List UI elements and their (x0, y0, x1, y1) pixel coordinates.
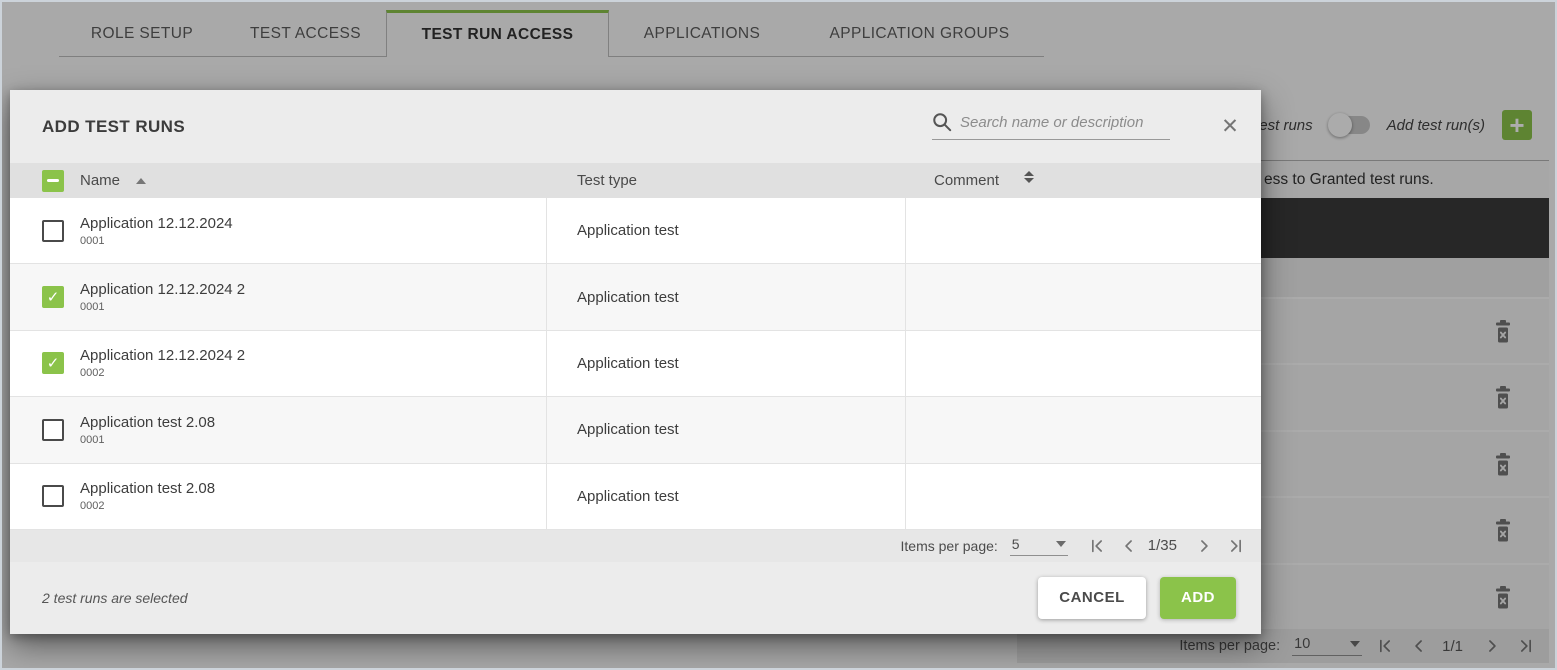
test-run-code: 0001 (80, 434, 215, 446)
cancel-button[interactable]: CANCEL (1038, 577, 1146, 619)
test-run-row[interactable]: ✓ Application 12.12.2024 0001 Applicatio… (10, 198, 1261, 264)
add-test-runs-dialog: ADD TEST RUNS ✕ Name Test type Comment ✓… (10, 90, 1261, 634)
sort-ascending-icon (136, 178, 146, 184)
test-run-name: Application 12.12.2024 2 (80, 281, 245, 298)
test-run-comment (905, 397, 1261, 462)
test-run-name: Application 12.12.2024 2 (80, 347, 245, 364)
row-checkbox[interactable]: ✓ (42, 419, 64, 441)
first-page-button[interactable] (1086, 535, 1108, 557)
selection-status-text: 2 test runs are selected (42, 590, 1038, 606)
test-run-row[interactable]: ✓ Application 12.12.2024 2 0001 Applicat… (10, 264, 1261, 330)
dialog-title: ADD TEST RUNS (42, 117, 185, 137)
last-page-icon (1226, 536, 1246, 556)
test-run-code: 0002 (80, 367, 245, 379)
next-page-button[interactable] (1193, 535, 1215, 557)
last-page-button[interactable] (1225, 535, 1247, 557)
test-run-type: Application test (546, 264, 905, 329)
test-run-row[interactable]: ✓ Application test 2.08 0002 Application… (10, 464, 1261, 530)
row-checkbox[interactable]: ✓ (42, 286, 64, 308)
add-button[interactable]: ADD (1160, 577, 1236, 619)
test-run-code: 0001 (80, 235, 233, 247)
indeterminate-icon (47, 179, 59, 182)
test-run-code: 0002 (80, 500, 215, 512)
test-run-name: Application 12.12.2024 (80, 215, 233, 232)
column-header-comment[interactable]: Comment (934, 172, 999, 189)
items-per-page-label: Items per page: (901, 538, 998, 554)
search-input[interactable] (960, 114, 1165, 131)
test-run-name: Application test 2.08 (80, 480, 215, 497)
chevron-right-icon (1194, 536, 1214, 556)
dialog-header: ADD TEST RUNS ✕ (10, 90, 1261, 163)
test-run-comment (905, 198, 1261, 263)
check-icon: ✓ (47, 354, 60, 372)
search-field[interactable] (932, 112, 1170, 140)
test-run-row[interactable]: ✓ Application test 2.08 0001 Application… (10, 397, 1261, 463)
row-checkbox[interactable]: ✓ (42, 220, 64, 242)
page-indicator: 1/35 (1148, 537, 1177, 554)
previous-page-button[interactable] (1118, 535, 1140, 557)
test-run-comment (905, 331, 1261, 396)
close-icon: ✕ (1221, 115, 1239, 138)
test-run-type: Application test (546, 198, 905, 263)
test-run-type: Application test (546, 397, 905, 462)
close-button[interactable]: ✕ (1216, 113, 1244, 141)
test-runs-table-body: ✓ Application 12.12.2024 0001 Applicatio… (10, 198, 1261, 530)
select-all-checkbox[interactable] (42, 170, 64, 192)
row-checkbox[interactable]: ✓ (42, 352, 64, 374)
test-run-type: Application test (546, 331, 905, 396)
chevron-left-icon (1119, 536, 1139, 556)
table-header: Name Test type Comment (10, 163, 1261, 198)
test-run-name: Application test 2.08 (80, 414, 215, 431)
dropdown-caret-icon (1056, 541, 1066, 547)
dialog-pagination: Items per page: 5 1/35 (10, 530, 1261, 562)
search-icon (932, 112, 952, 132)
test-run-row[interactable]: ✓ Application 12.12.2024 2 0002 Applicat… (10, 331, 1261, 397)
test-run-code: 0001 (80, 301, 245, 313)
test-run-comment (905, 464, 1261, 529)
row-checkbox[interactable]: ✓ (42, 485, 64, 507)
test-run-type: Application test (546, 464, 905, 529)
sort-icon[interactable] (1024, 171, 1034, 183)
column-header-test-type[interactable]: Test type (577, 172, 637, 189)
first-page-icon (1087, 536, 1107, 556)
screen: ROLE SETUP TEST ACCESS TEST RUN ACCESS A… (0, 0, 1557, 670)
dialog-footer: 2 test runs are selected CANCEL ADD (10, 562, 1261, 634)
check-icon: ✓ (47, 288, 60, 306)
test-run-comment (905, 264, 1261, 329)
column-header-name[interactable]: Name (80, 172, 120, 189)
items-per-page-select[interactable]: 5 (1010, 536, 1068, 556)
